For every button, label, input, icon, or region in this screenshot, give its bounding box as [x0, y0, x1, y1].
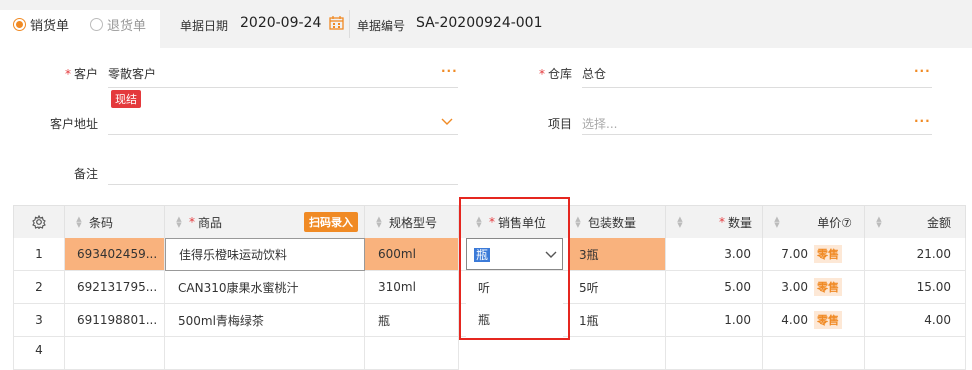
price-header[interactable]: ▲ ▼ 单价⑦ — [763, 205, 865, 238]
package-header[interactable]: ▲ ▼ 包装数量 — [570, 205, 666, 238]
warehouse-underline — [582, 87, 932, 88]
amount-cell: 15.00 — [865, 271, 966, 304]
more-icon[interactable]: ··· — [441, 64, 458, 78]
price-cell[interactable] — [763, 337, 865, 370]
amount-cell: 4.00 — [865, 304, 966, 337]
more-icon[interactable]: ··· — [914, 114, 931, 128]
warehouse-label: * 仓库 — [538, 67, 572, 81]
retail-tag: 零售 — [814, 278, 842, 296]
row-number: 4 — [13, 337, 65, 370]
barcode-cell[interactable]: 691198801... — [65, 304, 165, 337]
product-cell[interactable]: 佳得乐橙味运动饮料 — [165, 238, 365, 271]
header-divider — [349, 10, 350, 38]
price-cell[interactable]: 7.00 零售 — [763, 238, 865, 271]
sort-icon[interactable]: ▲ ▼ — [574, 216, 582, 229]
date-label: 单据日期 — [180, 19, 229, 33]
retail-tag: 零售 — [814, 245, 842, 263]
sort-icon[interactable]: ▲ ▼ — [375, 216, 383, 229]
price-cell[interactable]: 4.00 零售 — [763, 304, 865, 337]
qty-header[interactable]: ▲ ▼ * 数量 — [666, 205, 763, 238]
sort-icon[interactable]: ▲ ▼ — [875, 216, 883, 229]
spec-cell[interactable] — [365, 337, 459, 370]
sale-order-radio[interactable]: 销货单 — [13, 15, 69, 34]
address-field[interactable] — [108, 134, 458, 135]
barcode-cell[interactable]: 693402459... — [65, 238, 165, 271]
radio-checked-icon — [13, 18, 26, 31]
retail-tag: 零售 — [814, 311, 842, 329]
column-settings-header[interactable] — [13, 205, 65, 238]
product-cell[interactable]: 500ml青梅绿茶 — [165, 304, 365, 337]
barcode-cell[interactable] — [65, 337, 165, 370]
amount-cell[interactable] — [865, 337, 966, 370]
more-icon[interactable]: ··· — [914, 64, 931, 78]
project-underline — [582, 134, 932, 135]
document-number: SA-20200924-001 — [416, 15, 543, 31]
qty-cell[interactable]: 5.00 — [666, 271, 763, 304]
remark-label: 备注 — [73, 167, 98, 181]
spec-cell[interactable]: 310ml — [365, 271, 459, 304]
project-label: 项目 — [547, 117, 572, 131]
package-cell[interactable]: 1瓶 — [570, 304, 666, 337]
barcode-cell[interactable]: 692131795... — [65, 271, 165, 304]
date-field[interactable]: 2020-09-24 — [240, 15, 321, 31]
qty-cell[interactable]: 1.00 — [666, 304, 763, 337]
spec-header[interactable]: ▲ ▼ 规格型号 — [365, 205, 459, 238]
project-field[interactable]: 选择... — [582, 115, 617, 132]
package-cell[interactable]: 3瓶 — [570, 238, 666, 271]
row-number: 3 — [13, 304, 65, 337]
customer-underline — [108, 87, 458, 88]
customer-field[interactable]: 零散客户 — [108, 65, 156, 82]
sort-icon[interactable]: ▲ ▼ — [175, 216, 183, 229]
sort-icon[interactable]: ▲ ▼ — [75, 216, 83, 229]
chevron-down-icon[interactable] — [441, 118, 453, 126]
address-label: 客户地址 — [49, 117, 98, 131]
package-cell[interactable]: 5听 — [570, 271, 666, 304]
highlight-box — [459, 197, 570, 340]
cash-settle-badge: 现结 — [111, 90, 141, 108]
price-cell[interactable]: 3.00 零售 — [763, 271, 865, 304]
amount-cell: 21.00 — [865, 238, 966, 271]
qty-cell[interactable] — [666, 337, 763, 370]
row-number: 1 — [13, 238, 65, 271]
sort-icon[interactable]: ▲ ▼ — [676, 216, 684, 229]
number-label: 单据编号 — [357, 19, 406, 33]
product-header[interactable]: ▲ ▼ * 商品 扫码录入 — [165, 205, 365, 238]
customer-label: * 客户 — [64, 67, 98, 81]
qty-cell[interactable]: 3.00 — [666, 238, 763, 271]
spec-cell[interactable]: 瓶 — [365, 304, 459, 337]
sort-icon[interactable]: ▲ ▼ — [773, 216, 781, 229]
barcode-header[interactable]: ▲ ▼ 条码 — [65, 205, 165, 238]
spec-cell[interactable]: 600ml — [365, 238, 459, 271]
scan-entry-button[interactable]: 扫码录入 — [304, 212, 358, 232]
amount-header[interactable]: ▲ ▼ 金额 — [865, 205, 966, 238]
return-order-radio[interactable]: 退货单 — [90, 15, 146, 34]
product-cell[interactable]: CAN310康果水蜜桃汁 — [165, 271, 365, 304]
product-cell[interactable] — [165, 337, 365, 370]
row-number: 2 — [13, 271, 65, 304]
calendar-icon[interactable] — [329, 16, 344, 30]
gear-icon[interactable] — [32, 215, 46, 229]
remark-field[interactable] — [108, 184, 458, 185]
warehouse-field[interactable]: 总仓 — [582, 65, 606, 82]
package-cell[interactable] — [570, 337, 666, 370]
radio-unchecked-icon — [90, 18, 103, 31]
